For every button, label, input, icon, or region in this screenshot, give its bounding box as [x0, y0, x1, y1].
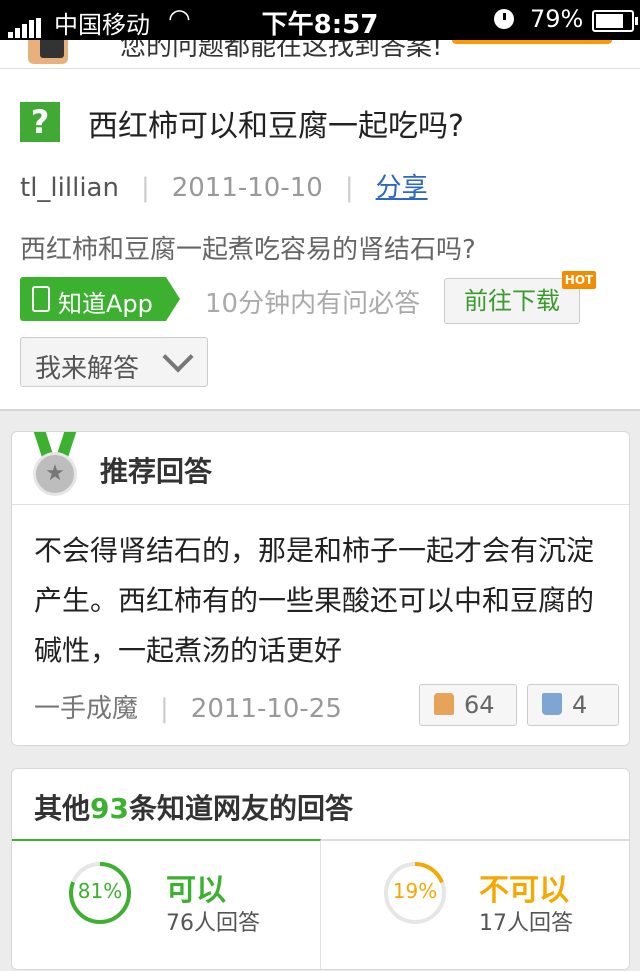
question-mark-icon: ?	[20, 102, 60, 142]
answer-date: 2011-10-25	[190, 694, 342, 724]
download-button[interactable]: 前往下载	[444, 278, 580, 324]
no-count: 17人回答	[479, 911, 573, 936]
thumbs-down-icon	[542, 693, 562, 715]
star-icon: ★	[33, 452, 77, 496]
phone-illustration-icon	[28, 40, 68, 64]
medal-icon: ★	[32, 432, 78, 498]
answer-author[interactable]: 一手成魔	[34, 694, 138, 724]
yes-percent: 81%	[77, 879, 123, 903]
yes-label: 可以	[166, 873, 226, 908]
recommended-title: 推荐回答	[100, 455, 213, 488]
question-description: 西红柿和豆腐一起煮吃容易的肾结石吗?	[20, 235, 476, 265]
upvote-button[interactable]: 64	[419, 684, 517, 726]
thumbs-up-icon	[434, 693, 454, 715]
chevron-down-icon	[162, 341, 194, 373]
no-percent: 19%	[392, 879, 438, 903]
divider: |	[160, 694, 169, 724]
question-date: 2011-10-10	[171, 173, 323, 203]
app-banner[interactable]: 您的问题都能在这找到答案!	[0, 40, 640, 69]
tab-no[interactable]: 19% 不可以 17人回答	[321, 839, 629, 971]
title-prefix: 其他	[34, 792, 91, 825]
yes-count: 76人回答	[166, 911, 260, 936]
divider: |	[344, 173, 354, 203]
banner-button[interactable]	[452, 40, 612, 44]
title-suffix: 条知道网友的回答	[128, 792, 353, 825]
app-slogan: 10分钟内有问必答	[205, 289, 421, 319]
question-title: 西红柿可以和豆腐一起吃吗?	[88, 109, 464, 144]
no-progress-ring: 19%	[383, 861, 447, 925]
downvote-count: 4	[572, 691, 588, 719]
question-card: ? 西红柿可以和豆腐一起吃吗? tl_lillian | 2011-10-10 | 分享…	[0, 69, 640, 411]
yes-progress-ring: 81%	[68, 861, 132, 925]
answer-button[interactable]: 我来解答	[20, 337, 208, 387]
divider	[12, 504, 629, 505]
rotation-lock-icon	[494, 9, 514, 29]
answer-meta: 一手成魔 | 2011-10-25	[34, 688, 342, 725]
battery-icon	[592, 10, 638, 32]
status-bar: 中国移动 ◠ 下午8:57 79%	[0, 0, 640, 40]
zhidao-app-button[interactable]: 知道App	[20, 277, 180, 321]
other-answers-title: 其他93条知道网友的回答	[34, 787, 353, 827]
banner-text: 您的问题都能在这找到答案!	[120, 40, 443, 62]
downvote-button[interactable]: 4	[527, 684, 619, 726]
divider: |	[140, 173, 150, 203]
answer-count: 93	[90, 792, 129, 825]
other-answers-card: 其他93条知道网友的回答 81% 可以 76人回答 19% 不可以 17人回答	[11, 768, 630, 971]
answer-poll: 81% 可以 76人回答 19% 不可以 17人回答	[12, 839, 629, 971]
question-meta: tl_lillian | 2011-10-10 | 分享	[20, 167, 428, 204]
share-link[interactable]: 分享	[376, 173, 428, 203]
no-label: 不可以	[479, 873, 569, 908]
tab-yes[interactable]: 81% 可以 76人回答	[12, 839, 321, 971]
answer-body: 不会得肾结石的，那是和柿子一起才会有沉淀产生。西红柿有的一些果酸还可以中和豆腐的…	[34, 534, 595, 667]
answer-button-label: 我来解答	[35, 354, 140, 384]
battery-percent: 79%	[530, 5, 584, 33]
upvote-count: 64	[464, 691, 495, 719]
app-button-label: 知道App	[58, 290, 153, 318]
phone-icon	[32, 286, 50, 312]
hot-badge: HOT	[562, 271, 596, 289]
question-author[interactable]: tl_lillian	[20, 173, 119, 203]
recommended-answer-card: ★ 推荐回答 不会得肾结石的，那是和柿子一起才会有沉淀产生。西红柿有的一些果酸还…	[11, 431, 630, 746]
